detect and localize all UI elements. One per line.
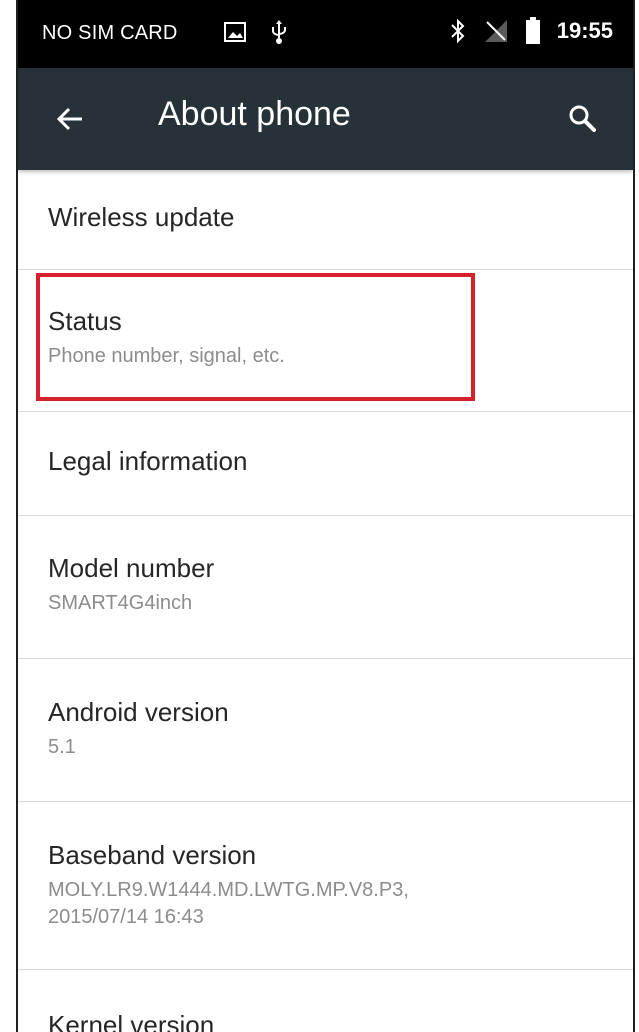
clock: 19:55 [556, 18, 613, 43]
legal-information-item[interactable]: Legal information [18, 412, 633, 516]
status-right-icons: 19:55 [449, 17, 613, 45]
settings-list: Wireless update Status Phone number, sig… [18, 170, 633, 1032]
carrier-text: NO SIM CARD [42, 22, 178, 44]
status-bar: NO SIM CARD 19:55 [18, 0, 633, 68]
status-title: Status [48, 306, 122, 336]
back-arrow-icon [54, 103, 86, 135]
baseband-version-value: MOLY.LR9.W1444.MD.LWTG.MP.V8.P3, 2015/07… [48, 879, 409, 929]
image-icon [223, 20, 247, 44]
android-version-title: Android version [48, 697, 229, 727]
battery-icon [525, 17, 541, 45]
no-signal-icon [483, 18, 509, 44]
model-number-title: Model number [48, 553, 215, 583]
bluetooth-icon [449, 18, 467, 44]
usb-icon [267, 18, 291, 46]
legal-information-title: Legal information [48, 446, 248, 476]
kernel-version-item[interactable]: Kernel version [18, 970, 633, 1032]
app-bar: About phone [18, 68, 633, 170]
baseband-version-item[interactable]: Baseband version MOLY.LR9.W1444.MD.LWTG.… [18, 802, 633, 970]
android-version-item[interactable]: Android version 5.1 [18, 659, 633, 802]
status-left-icons [223, 18, 291, 46]
android-version-value: 5.1 [48, 736, 76, 759]
search-button[interactable] [563, 99, 601, 137]
wireless-update-title: Wireless update [48, 202, 235, 232]
model-number-value: SMART4G4inch [48, 592, 193, 615]
search-icon [566, 102, 598, 134]
wireless-update-item[interactable]: Wireless update [18, 170, 633, 270]
phone-screen: NO SIM CARD 19:55 About phone Wireless u… [16, 0, 635, 1032]
back-button[interactable] [52, 101, 88, 137]
baseband-version-title: Baseband version [48, 840, 257, 870]
status-summary: Phone number, signal, etc. [48, 345, 285, 368]
kernel-version-title: Kernel version [48, 1010, 215, 1032]
model-number-item[interactable]: Model number SMART4G4inch [18, 516, 633, 659]
page-title: About phone [158, 95, 351, 133]
status-item[interactable]: Status Phone number, signal, etc. [18, 270, 633, 412]
